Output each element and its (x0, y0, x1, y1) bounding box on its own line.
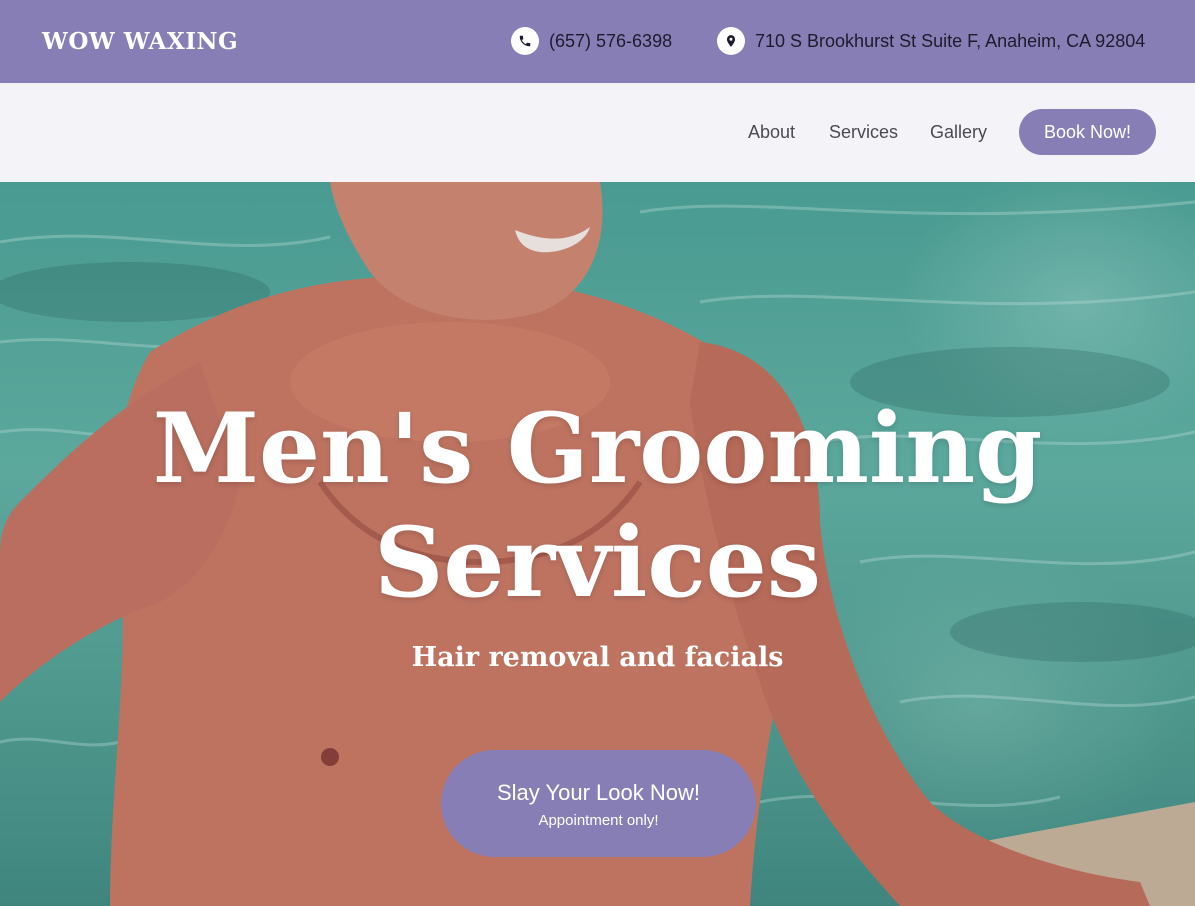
phone-contact[interactable]: (657) 576-6398 (511, 27, 672, 55)
nav-services[interactable]: Services (829, 122, 898, 143)
address-contact[interactable]: 710 S Brookhurst St Suite F, Anaheim, CA… (717, 27, 1145, 55)
hero-subtitle: Hair removal and facials (411, 642, 784, 673)
hero-title-line-2: Services (374, 506, 821, 619)
nav-about[interactable]: About (748, 122, 795, 143)
phone-number: (657) 576-6398 (549, 30, 673, 51)
hero-title: Men's Grooming Services (0, 392, 1195, 620)
main-nav: About Services Gallery Book Now! (0, 83, 1195, 182)
hero-section: Men's Grooming Services Hair removal and… (0, 182, 1195, 906)
top-bar: WOW WAXING (657) 576-6398 710 S Brookhur… (0, 0, 1195, 83)
address-text: 710 S Brookhurst St Suite F, Anaheim, CA… (755, 30, 1146, 51)
phone-icon (511, 27, 539, 55)
brand-logo[interactable]: WOW WAXING (42, 28, 238, 55)
map-pin-icon (717, 27, 745, 55)
nav-gallery[interactable]: Gallery (930, 122, 987, 143)
slay-your-look-button[interactable]: Slay Your Look Now! Appointment only! (441, 750, 756, 857)
hero-title-line-1: Men's Grooming (152, 392, 1043, 505)
cta-label: Slay Your Look Now! (496, 780, 701, 805)
book-now-button[interactable]: Book Now! (1019, 109, 1156, 155)
cta-note: Appointment only! (538, 812, 659, 829)
